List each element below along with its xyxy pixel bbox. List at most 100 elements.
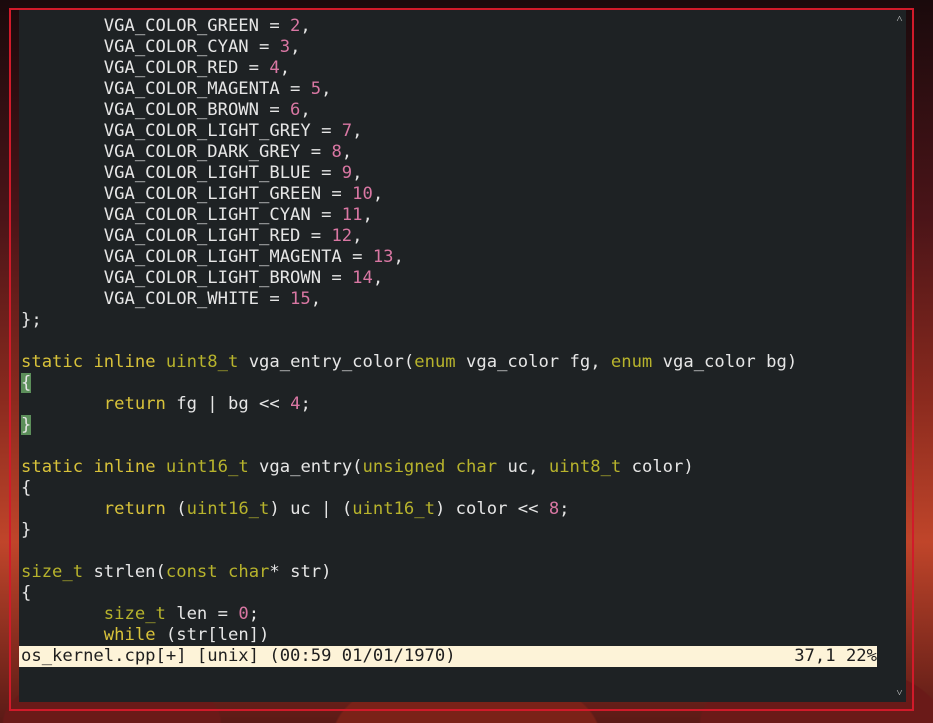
code-token: ; — [248, 604, 260, 624]
chevron-up-icon[interactable]: ˄ — [893, 12, 906, 26]
code-token: , — [372, 184, 384, 204]
code-token: size_t — [21, 562, 84, 582]
code-token: vga_color bg) — [652, 352, 798, 372]
code-token: 9 — [341, 163, 353, 183]
code-token: 11 — [341, 205, 363, 225]
code-token: enum — [610, 352, 653, 372]
code-token: static — [21, 457, 84, 477]
code-token: 7 — [341, 121, 353, 141]
code-token: vga_entry_color( — [238, 352, 415, 372]
code-token: VGA_COLOR_WHITE = — [21, 289, 291, 309]
code-token: }; — [21, 310, 42, 330]
code-line[interactable]: return (uint16_t) uc | (uint16_t) color … — [21, 499, 797, 520]
code-token: , — [352, 121, 363, 141]
code-token: 14 — [352, 268, 373, 288]
code-line[interactable]: static inline uint16_t vga_entry(unsigne… — [21, 457, 797, 478]
code-line[interactable]: return fg | bg << 4; — [21, 394, 797, 415]
scroll-percent: 22% — [845, 646, 877, 666]
code-line[interactable]: { — [21, 583, 797, 604]
code-token: VGA_COLOR_LIGHT_RED = — [21, 226, 332, 246]
code-token: VGA_COLOR_BROWN = — [21, 100, 291, 120]
code-token: 10 — [352, 184, 373, 204]
code-line[interactable]: VGA_COLOR_LIGHT_CYAN = 11, — [21, 205, 797, 226]
code-line[interactable]: while (str[len]) — [21, 625, 797, 646]
code-token: ( — [165, 499, 187, 519]
code-line[interactable]: VGA_COLOR_DARK_GREY = 8, — [21, 142, 797, 163]
code-token: ; — [300, 394, 311, 414]
code-token: char — [455, 457, 498, 477]
code-token: , — [290, 37, 301, 57]
code-line[interactable]: VGA_COLOR_BROWN = 6, — [21, 100, 797, 121]
code-token: VGA_COLOR_LIGHT_CYAN = — [21, 205, 342, 225]
code-line[interactable]: VGA_COLOR_WHITE = 15, — [21, 289, 797, 310]
code-line[interactable] — [21, 541, 797, 562]
code-token: uint16_t — [186, 499, 270, 519]
code-line[interactable]: VGA_COLOR_LIGHT_GREEN = 10, — [21, 184, 797, 205]
code-token: uint8_t — [165, 352, 239, 372]
code-line[interactable]: VGA_COLOR_CYAN = 3, — [21, 37, 797, 58]
code-token: VGA_COLOR_GREEN = — [21, 16, 291, 36]
code-token: ) uc | ( — [269, 499, 353, 519]
code-token: unsigned — [362, 457, 446, 477]
code-token: VGA_COLOR_LIGHT_MAGENTA = — [21, 247, 373, 267]
code-token: ; — [559, 499, 570, 519]
code-token: uc, — [497, 457, 549, 477]
code-token: return — [103, 394, 166, 414]
code-token: VGA_COLOR_RED = — [21, 58, 270, 78]
code-token: 5 — [310, 79, 322, 99]
code-line[interactable]: } — [21, 415, 797, 436]
code-token: uint16_t — [165, 457, 249, 477]
code-token: size_t — [103, 604, 166, 624]
code-token: const — [165, 562, 218, 582]
code-line[interactable]: VGA_COLOR_RED = 4, — [21, 58, 797, 79]
code-token: char — [228, 562, 270, 582]
code-token: , — [352, 163, 363, 183]
status-file-info: os_kernel.cpp[+] [unix] (00:59 01/01/197… — [21, 646, 456, 666]
code-token: vga_entry( — [248, 457, 363, 477]
code-token: , — [279, 58, 291, 78]
code-line[interactable]: size_t strlen(const char* str) — [21, 562, 797, 583]
code-token: VGA_COLOR_LIGHT_GREY = — [21, 121, 342, 141]
code-line[interactable]: VGA_COLOR_LIGHT_BLUE = 9, — [21, 163, 797, 184]
code-token: 8 — [548, 499, 560, 519]
code-token: VGA_COLOR_LIGHT_BLUE = — [21, 163, 342, 183]
code-line[interactable]: size_t len = 0; — [21, 604, 797, 625]
code-token: (str[len]) — [155, 625, 270, 645]
code-line[interactable] — [21, 436, 797, 457]
code-token: 3 — [279, 37, 291, 57]
code-token: } — [21, 520, 32, 540]
code-buffer[interactable]: VGA_COLOR_GREEN = 2, VGA_COLOR_CYAN = 3,… — [21, 16, 797, 646]
code-line[interactable]: { — [21, 478, 797, 499]
code-line[interactable]: }; — [21, 310, 797, 331]
code-token: { — [21, 478, 32, 498]
cursor-line-col: 37,1 — [794, 646, 836, 666]
code-token: vga_color fg, — [455, 352, 611, 372]
status-cursor-position: 37,1 22% — [794, 646, 877, 667]
code-line[interactable]: VGA_COLOR_LIGHT_BROWN = 14, — [21, 268, 797, 289]
code-line[interactable]: VGA_COLOR_LIGHT_MAGENTA = 13, — [21, 247, 797, 268]
code-token: VGA_COLOR_MAGENTA = — [21, 79, 311, 99]
code-token: 0 — [238, 604, 249, 624]
code-token: 4 — [269, 58, 280, 78]
vim-editor[interactable]: VGA_COLOR_GREEN = 2, VGA_COLOR_CYAN = 3,… — [19, 10, 893, 702]
code-token: return — [103, 499, 166, 519]
code-line[interactable]: VGA_COLOR_LIGHT_RED = 12, — [21, 226, 797, 247]
code-token: , — [393, 247, 404, 267]
code-line[interactable]: VGA_COLOR_LIGHT_GREY = 7, — [21, 121, 797, 142]
chevron-down-icon[interactable]: ˅ — [893, 686, 906, 700]
vertical-scrollbar[interactable]: ˄ ˅ — [893, 10, 906, 702]
code-line[interactable]: } — [21, 520, 797, 541]
code-line[interactable]: { — [21, 373, 797, 394]
code-line[interactable] — [21, 331, 797, 352]
code-line[interactable]: static inline uint8_t vga_entry_color(en… — [21, 352, 797, 373]
code-line[interactable]: VGA_COLOR_MAGENTA = 5, — [21, 79, 797, 100]
matched-brace: } — [21, 415, 32, 435]
code-line[interactable]: VGA_COLOR_GREEN = 2, — [21, 16, 797, 37]
